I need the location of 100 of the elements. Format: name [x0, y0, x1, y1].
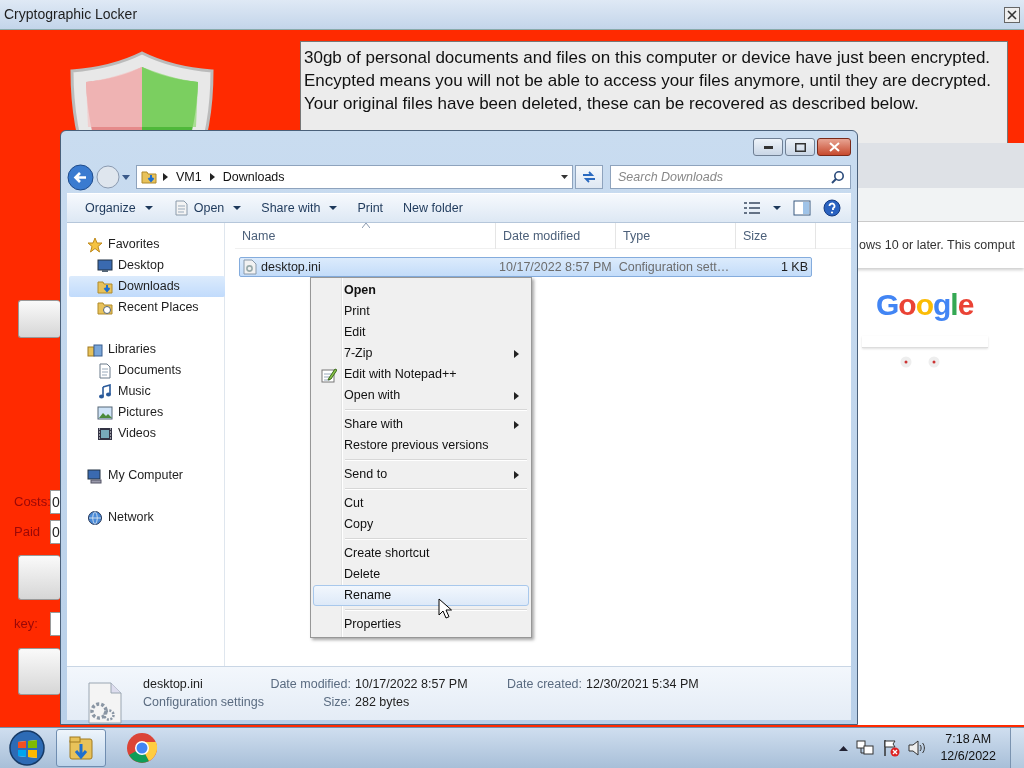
menu-item[interactable]: 7-Zip — [313, 343, 529, 364]
folder-icon — [97, 299, 113, 316]
menu-item[interactable]: Delete — [313, 564, 529, 585]
maximize-icon — [794, 142, 806, 152]
settings-file-icon — [243, 259, 257, 275]
menu-item[interactable]: Cut — [313, 493, 529, 514]
info-banner: ows 10 or later. This comput — [856, 222, 1024, 268]
settings-file-icon — [85, 681, 125, 725]
shortcut-icon[interactable] — [928, 356, 940, 368]
navigation-item[interactable]: Network — [69, 507, 225, 528]
close-button[interactable] — [817, 138, 851, 156]
navigation-item[interactable]: Documents — [69, 360, 225, 381]
close-button[interactable] — [1004, 6, 1020, 23]
submenu-arrow-icon — [514, 420, 519, 429]
navigation-item[interactable]: Libraries — [69, 339, 225, 360]
field-label: Date created: — [507, 676, 583, 693]
caret-icon — [144, 206, 153, 210]
message-text: 30gb of personal documents and files on this computer or device have just been encrypted. — [304, 47, 992, 69]
submenu-arrow-icon — [514, 391, 519, 400]
menu-item[interactable]: Copy — [313, 514, 529, 535]
toolbar-button[interactable]: Open — [164, 196, 250, 220]
navigation-item[interactable]: Desktop — [69, 255, 225, 276]
menu-item[interactable]: Open — [313, 280, 529, 301]
caret-icon[interactable] — [561, 175, 568, 179]
caret-icon[interactable] — [773, 206, 781, 210]
menu-item[interactable]: Create shortcut — [313, 543, 529, 564]
field-value: 12/30/2021 5:34 PM — [586, 676, 699, 693]
menu-item[interactable]: Rename — [313, 585, 529, 606]
address-bar[interactable]: VM1 Downloads — [136, 165, 573, 189]
chevron-icon[interactable] — [163, 173, 168, 181]
locker-button[interactable] — [18, 555, 60, 600]
navigation-item[interactable]: Videos — [69, 423, 225, 444]
start-button[interactable] — [6, 729, 48, 767]
navigation-item[interactable]: Music — [69, 381, 225, 402]
show-desktop-button[interactable] — [1010, 727, 1024, 768]
navigation-item[interactable]: My Computer — [69, 465, 225, 486]
toolbar-button[interactable]: Share with — [253, 196, 346, 220]
picture-icon — [97, 404, 113, 421]
maximize-button[interactable] — [785, 138, 815, 156]
field-label: Date modified: — [269, 676, 351, 693]
clock-time[interactable]: 7:18 AM — [940, 731, 996, 748]
circle-icon — [96, 165, 120, 189]
network-icon[interactable] — [856, 740, 875, 756]
navigation-item[interactable]: Recent Places — [69, 297, 225, 318]
file-type: Configuration settings — [143, 694, 265, 711]
file-row[interactable]: desktop.ini 10/17/2022 8:57 PM Configuration sett… 1 KB — [239, 257, 812, 277]
refresh-button[interactable] — [575, 165, 603, 189]
menu-item[interactable]: Properties — [313, 614, 529, 635]
column-header[interactable]: Type — [616, 223, 736, 249]
search-icon[interactable] — [831, 170, 845, 184]
library-icon — [87, 341, 103, 358]
refresh-icon — [581, 170, 597, 184]
preview-pane-icon[interactable] — [793, 200, 811, 216]
toolbar-button[interactable]: Organize — [77, 196, 161, 220]
navigation-item[interactable]: Downloads — [69, 276, 225, 297]
back-button[interactable] — [67, 163, 94, 191]
column-header[interactable]: Name — [235, 223, 496, 249]
list-view-icon[interactable] — [743, 201, 761, 215]
chevron-icon[interactable] — [209, 173, 215, 181]
shortcut-icon[interactable] — [900, 356, 912, 368]
explorer-button[interactable] — [56, 729, 106, 767]
menu-item[interactable]: Restore previous versions — [313, 435, 529, 456]
column-header[interactable]: Date modified — [496, 223, 616, 249]
film-icon — [97, 425, 113, 442]
breadcrumb[interactable]: VM1 — [174, 167, 204, 187]
file-name: desktop.ini — [143, 676, 204, 693]
toolbar-button[interactable]: New folder — [395, 196, 471, 220]
sort-caret-icon — [362, 223, 370, 228]
menu-item[interactable]: Edit with Notepad++ — [313, 364, 529, 385]
clock-date[interactable]: 12/6/2022 — [940, 748, 996, 765]
windows-logo-icon — [7, 729, 47, 767]
menu-item[interactable]: Open with — [313, 385, 529, 406]
menu-item[interactable]: Edit — [313, 322, 529, 343]
minimize-icon — [763, 145, 773, 149]
volume-icon[interactable] — [908, 740, 927, 756]
navigation-item[interactable]: Favorites — [69, 234, 225, 255]
cursor-icon — [438, 598, 452, 619]
search-field[interactable]: Search Downloads — [610, 165, 851, 189]
minimize-button[interactable] — [753, 138, 783, 156]
music-note-icon — [97, 383, 113, 400]
table-cell-text: Configuration sett… — [618, 258, 730, 276]
locker-button[interactable] — [18, 648, 60, 695]
toolbar-button[interactable]: Print — [349, 196, 392, 220]
menu-item[interactable]: Print — [313, 301, 529, 322]
column-header[interactable]: Size — [736, 223, 816, 249]
help-icon[interactable] — [823, 199, 841, 217]
flag-icon[interactable] — [882, 739, 901, 757]
field-label: key: — [14, 615, 39, 634]
star-icon — [87, 236, 103, 253]
breadcrumb[interactable]: Downloads — [220, 167, 287, 187]
chrome-icon — [125, 731, 159, 765]
notepad-icon — [321, 366, 337, 383]
menu-item[interactable]: Share with — [313, 414, 529, 435]
message-text: Your original files have been deleted, these can be recovered as described below. — [304, 93, 920, 115]
input-field[interactable] — [50, 612, 60, 636]
navigation-item[interactable]: Pictures — [69, 402, 225, 423]
menu-item[interactable]: Send to — [313, 464, 529, 485]
caret-icon[interactable] — [839, 745, 849, 751]
locker-button[interactable] — [18, 300, 60, 338]
submenu-arrow-icon — [514, 470, 519, 479]
